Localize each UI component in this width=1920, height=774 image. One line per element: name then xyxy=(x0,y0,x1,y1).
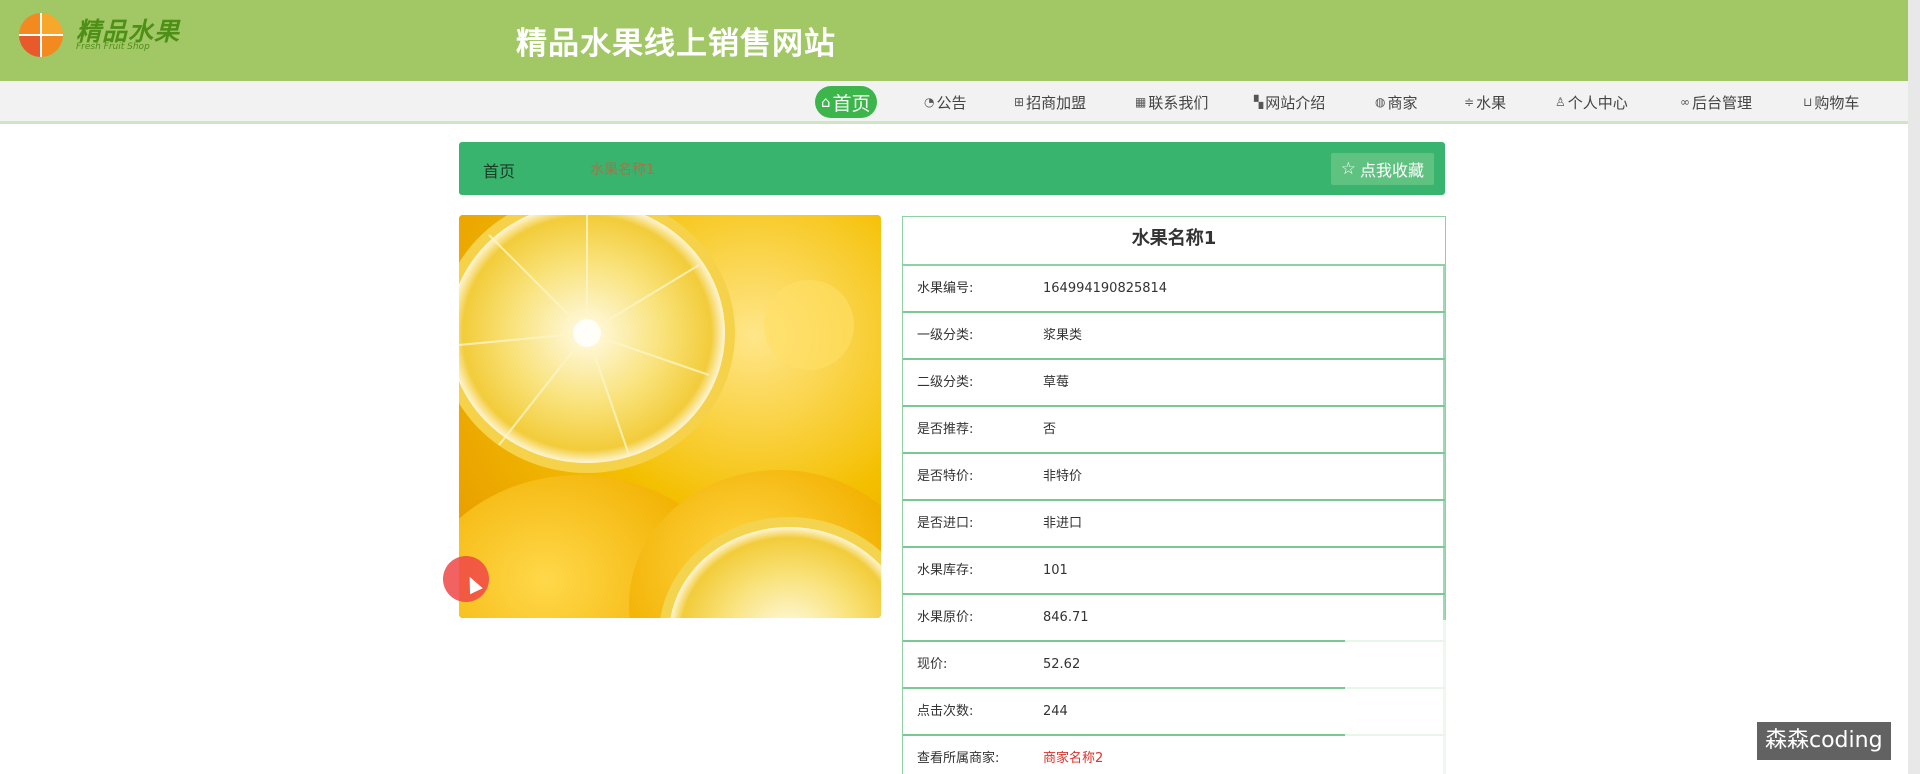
nav-fruit[interactable]: ≑ 水果 xyxy=(1464,86,1506,118)
lemon-image xyxy=(459,215,881,618)
nav-cart-label: 购物车 xyxy=(1814,93,1860,112)
detail-value: 非特价 xyxy=(1043,469,1083,484)
detail-label: 水果原价: xyxy=(917,610,974,625)
nav-contact-label: 联系我们 xyxy=(1148,93,1209,112)
logo-subtext: Fresh Fruit Shop xyxy=(76,42,150,52)
sliders-icon: ≑ xyxy=(1464,95,1475,109)
nav-about-label: 网站介绍 xyxy=(1265,93,1326,112)
detail-label: 查看所属商家: xyxy=(917,751,1000,766)
table-icon: ▦ xyxy=(1135,95,1147,109)
nav-cart[interactable]: ⊔ 购物车 xyxy=(1803,86,1859,118)
detail-row: 是否特价: 非特价 xyxy=(903,454,1445,501)
breadcrumb-current: 水果名称1 xyxy=(590,162,655,178)
nav-home[interactable]: ⌂ 首页 xyxy=(815,86,877,118)
fade-overlay xyxy=(1345,620,1455,774)
detail-label: 水果库存: xyxy=(917,563,974,578)
breadcrumb: 首页 水果名称1 ☆ 点我收藏 xyxy=(459,142,1445,195)
apps-icon: ▚ xyxy=(1254,95,1264,109)
detail-value: 草莓 xyxy=(1043,375,1070,390)
merchant-link[interactable]: 商家名称2 xyxy=(1043,736,1103,774)
main-nav: ⌂ 首页 ◔ 公告 ⊞ 招商加盟 ▦ 联系我们 ▚ 网站介绍 ◍ 商家 ≑ 水果… xyxy=(0,81,1908,124)
nav-contact[interactable]: ▦ 联系我们 xyxy=(1135,86,1208,118)
detail-value: 浆果类 xyxy=(1043,328,1083,343)
detail-label: 是否特价: xyxy=(917,469,974,484)
user-icon: ♙ xyxy=(1555,95,1566,109)
star-icon: ☆ xyxy=(1340,159,1356,179)
nav-home-label: 首页 xyxy=(832,92,871,115)
detail-label: 点击次数: xyxy=(917,704,974,719)
nav-fruit-label: 水果 xyxy=(1476,93,1507,112)
header-bar: 精品水果 Fresh Fruit Shop 精品水果线上销售网站 xyxy=(0,0,1908,81)
detail-label: 水果编号: xyxy=(917,281,974,296)
nav-admin[interactable]: ∞ 后台管理 xyxy=(1680,86,1752,118)
detail-row: 是否进口: 非进口 xyxy=(903,501,1445,548)
nav-franchise[interactable]: ⊞ 招商加盟 xyxy=(1014,86,1086,118)
nav-profile[interactable]: ♙ 个人中心 xyxy=(1555,86,1628,118)
detail-value: 846.71 xyxy=(1043,610,1089,625)
detail-value: 否 xyxy=(1043,422,1057,437)
detail-value: 244 xyxy=(1043,704,1068,719)
product-title: 水果名称1 xyxy=(903,217,1445,266)
gauge-icon: ◔ xyxy=(924,95,935,109)
detail-row: 二级分类: 草莓 xyxy=(903,360,1445,407)
nav-franchise-label: 招商加盟 xyxy=(1026,93,1087,112)
breadcrumb-home[interactable]: 首页 xyxy=(483,158,515,182)
detail-row: 水果编号: 164994190825814 xyxy=(903,266,1445,313)
detail-row: 一级分类: 浆果类 xyxy=(903,313,1445,360)
grid-icon: ⊞ xyxy=(1014,95,1025,109)
fruit-logo-icon xyxy=(19,13,63,57)
detail-label: 一级分类: xyxy=(917,328,974,343)
home-icon: ⌂ xyxy=(821,93,831,111)
detail-value: 52.62 xyxy=(1043,657,1081,672)
palette-icon: ◍ xyxy=(1375,95,1386,109)
detail-row: 水果库存: 101 xyxy=(903,548,1445,595)
nav-merchant-label: 商家 xyxy=(1387,93,1418,112)
detail-label: 是否进口: xyxy=(917,516,974,531)
detail-label: 现价: xyxy=(917,657,948,672)
link-icon: ∞ xyxy=(1680,95,1690,109)
video-watermark: 森森coding xyxy=(1757,722,1891,760)
nav-about[interactable]: ▚ 网站介绍 xyxy=(1254,86,1325,118)
nav-announcement-label: 公告 xyxy=(936,93,967,112)
nav-admin-label: 后台管理 xyxy=(1692,93,1753,112)
nav-profile-label: 个人中心 xyxy=(1567,93,1628,112)
detail-label: 是否推荐: xyxy=(917,422,974,437)
site-logo[interactable]: 精品水果 Fresh Fruit Shop xyxy=(18,12,179,62)
nav-merchant[interactable]: ◍ 商家 xyxy=(1375,86,1418,118)
site-title: 精品水果线上销售网站 xyxy=(516,26,836,62)
detail-row: 是否推荐: 否 xyxy=(903,407,1445,454)
detail-label: 二级分类: xyxy=(917,375,974,390)
nav-announcement[interactable]: ◔ 公告 xyxy=(924,86,967,118)
product-image xyxy=(459,215,881,618)
cart-icon: ⊔ xyxy=(1803,95,1813,109)
favorite-button[interactable]: ☆ 点我收藏 xyxy=(1330,153,1434,185)
detail-value: 164994190825814 xyxy=(1043,281,1168,296)
favorite-button-label: 点我收藏 xyxy=(1359,161,1424,180)
detail-value: 非进口 xyxy=(1043,516,1083,531)
scrollbar[interactable] xyxy=(1908,0,1920,774)
detail-value: 101 xyxy=(1043,563,1068,578)
